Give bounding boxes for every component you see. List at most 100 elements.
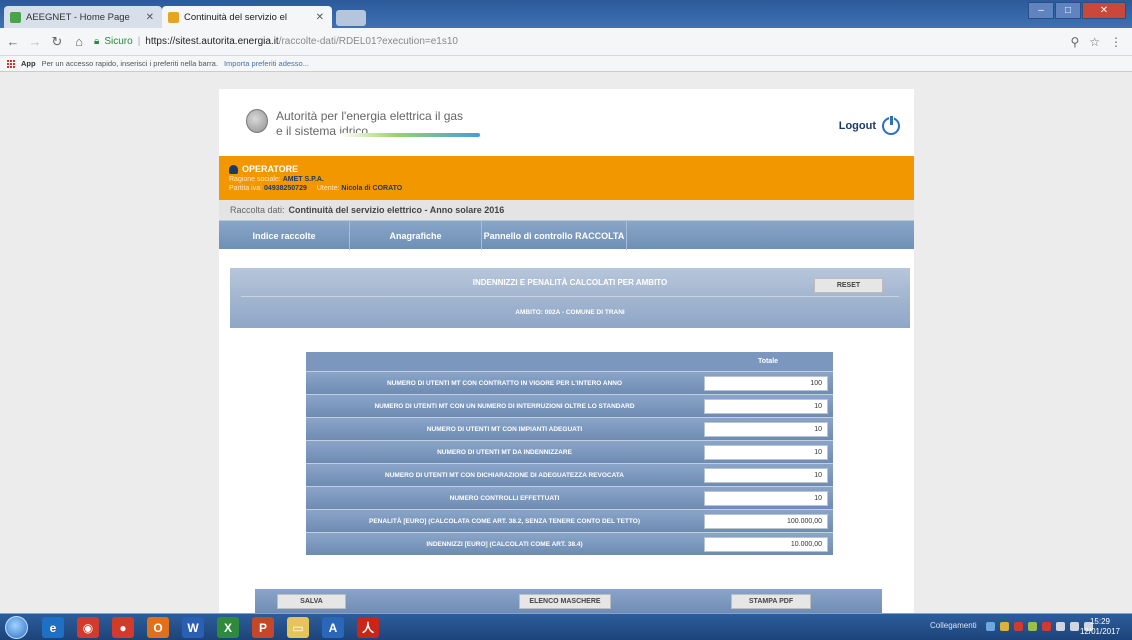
tray-links-label[interactable]: Collegamenti [930, 621, 977, 630]
app-icon-red[interactable]: ● [112, 617, 134, 638]
raccolta-label: Raccolta dati: [230, 205, 285, 215]
footer-actions: SALVA ELENCO MASCHERE STAMPA PDF [255, 589, 882, 615]
forward-icon[interactable]: → [26, 34, 44, 49]
tray-icon[interactable] [1070, 622, 1079, 631]
row-value-input[interactable] [704, 490, 828, 506]
tray-icon[interactable] [1042, 622, 1051, 631]
row-value-input[interactable] [704, 513, 828, 529]
user-icon [229, 164, 238, 174]
minimize-icon[interactable]: – [1028, 2, 1054, 19]
reset-button[interactable]: RESET [814, 278, 883, 293]
section-title: INDENNIZZI E PENALITÀ CALCOLATI PER AMBI… [472, 278, 668, 287]
explorer-folder-icon[interactable]: ▭ [287, 617, 309, 638]
start-button[interactable] [5, 616, 28, 639]
back-icon[interactable]: ← [4, 34, 22, 49]
row-value-input[interactable] [704, 444, 828, 460]
row-label: NUMERO DI UTENTI MT CON CONTRATTO IN VIG… [386, 379, 623, 387]
page-favicon-icon [168, 11, 179, 23]
elenco-maschere-button[interactable]: ELENCO MASCHERE [519, 594, 611, 609]
utente-label: Utente: [316, 185, 340, 192]
piva-value: 04938250729 [264, 185, 307, 192]
close-tab-icon[interactable]: ✕ [146, 12, 154, 23]
tab-title: AEEGNET - Home Page [26, 11, 130, 23]
new-tab-button[interactable] [336, 10, 366, 26]
page-content: Autorità per l'energia elettrica il gas … [219, 89, 914, 615]
row-label: INDENNIZZI [EURO] (CALCOLATI COME ART. 3… [426, 540, 583, 548]
row-value-input[interactable] [704, 375, 828, 391]
url-input[interactable]: 🔒︎ Sicuro | https://sitest.autorita.ener… [94, 32, 1062, 52]
section-header: INDENNIZZI E PENALITÀ CALCOLATI PER AMBI… [230, 268, 910, 328]
utente-value: Nicola di CORATO [341, 185, 403, 192]
bookmarks-hint: Per un accesso rapido, inserisci i prefe… [41, 59, 218, 68]
menu-icon[interactable]: ⋮ [1110, 35, 1122, 49]
tray-icon[interactable] [1000, 622, 1009, 631]
clock-date: 12/01/2017 [1079, 627, 1120, 636]
windows-taskbar: e ◉ ● O W X P ▭ A 人 Collegamenti 15:29 1… [0, 613, 1132, 640]
apps-link[interactable]: App [21, 59, 36, 68]
operator-panel: OPERATORE Ragione sociale: AMET S.P.A. P… [219, 156, 914, 200]
word-icon[interactable]: W [182, 617, 204, 638]
tab-aeegnet[interactable]: AEEGNET - Home Page ✕ [4, 6, 162, 28]
bookmark-star-icon[interactable]: ☆ [1089, 35, 1100, 49]
save-button[interactable]: SALVA [277, 594, 346, 609]
table-row: NUMERO DI UTENTI MT CON IMPIANTI ADEGUAT… [306, 417, 833, 440]
apps-icon[interactable] [6, 59, 15, 68]
secure-label: Sicuro [104, 36, 133, 47]
logout-button[interactable]: Logout [838, 115, 900, 135]
acrobat-icon[interactable]: 人 [357, 617, 379, 638]
internet-explorer-icon[interactable]: e [42, 617, 64, 638]
power-icon [882, 115, 900, 135]
close-tab-icon[interactable]: ✕ [316, 12, 324, 23]
menu-item-indice-raccolte[interactable]: Indice raccolte [219, 221, 350, 250]
row-label: NUMERO DI UTENTI MT CON DICHIARAZIONE DI… [385, 471, 624, 479]
system-tray [986, 622, 1093, 631]
powerpoint-icon[interactable]: P [252, 617, 274, 638]
raccolta-value: Continuità del servizio elettrico - Anno… [288, 205, 505, 215]
access-icon[interactable]: A [322, 617, 344, 638]
row-value-input[interactable] [704, 398, 828, 414]
close-window-icon[interactable]: ✕ [1082, 2, 1126, 19]
taskbar-clock[interactable]: 15:29 12/01/2017 [1080, 617, 1120, 637]
excel-icon[interactable]: X [217, 617, 239, 638]
print-pdf-button[interactable]: STAMPA PDF [731, 594, 811, 609]
row-label: NUMERO DI UTENTI MT CON IMPIANTI ADEGUAT… [426, 425, 583, 433]
table-row: NUMERO DI UTENTI MT CON UN NUMERO DI INT… [306, 394, 833, 417]
reload-icon[interactable]: ↻ [48, 34, 66, 50]
table-row: NUMERO DI UTENTI MT CON CONTRATTO IN VIG… [306, 371, 833, 394]
menu-item-pannello-controllo[interactable]: Pannello di controllo RACCOLTA [482, 221, 627, 250]
tray-icon[interactable] [986, 622, 995, 631]
maximize-icon[interactable]: □ [1055, 2, 1081, 19]
row-label: NUMERO DI UTENTI MT CON UN NUMERO DI INT… [374, 402, 635, 410]
row-value-input[interactable] [704, 467, 828, 483]
raccolta-bar: Raccolta dati: Continuità del servizio e… [219, 200, 914, 220]
org-name-line1: Autorità per l'energia elettrica il gas [276, 109, 464, 123]
aeegnet-favicon-icon [10, 11, 21, 23]
tray-icon[interactable] [1028, 622, 1037, 631]
site-header: Autorità per l'energia elettrica il gas … [219, 89, 914, 153]
tray-icon[interactable] [1056, 622, 1065, 631]
ragione-value: AMET S.P.A. [282, 176, 324, 183]
indicators-table: Totale NUMERO DI UTENTI MT CON CONTRATTO… [306, 352, 833, 555]
tray-icon[interactable] [1014, 622, 1023, 631]
ragione-label: Ragione sociale: [229, 176, 281, 183]
outlook-icon[interactable]: O [147, 617, 169, 638]
tab-continuita[interactable]: Continuità del servizio el ✕ [162, 6, 332, 28]
clock-time: 15:29 [1089, 617, 1110, 626]
table-row: INDENNIZZI [EURO] (CALCOLATI COME ART. 3… [306, 532, 833, 555]
table-body: NUMERO DI UTENTI MT CON CONTRATTO IN VIG… [306, 371, 833, 555]
bookmarks-bar: App Per un accesso rapido, inserisci i p… [0, 56, 1132, 72]
row-label: NUMERO DI UTENTI MT DA INDENNIZZARE [437, 448, 572, 456]
row-value-input[interactable] [704, 421, 828, 437]
logout-label: Logout [838, 120, 876, 132]
table-row: NUMERO CONTROLLI EFFETTUATI [306, 486, 833, 509]
url-domain: https://sitest.autorita.energia.it [145, 36, 279, 47]
row-value-input[interactable] [704, 536, 828, 552]
window-controls: – □ ✕ [1028, 2, 1126, 19]
ambito-label: AMBITO: 002A - COMUNE DI TRANI [515, 309, 625, 316]
menu-item-anagrafiche[interactable]: Anagrafiche [350, 221, 482, 250]
import-bookmarks-link[interactable]: Importa preferiti adesso... [224, 59, 309, 68]
chrome-icon[interactable]: ◉ [77, 617, 99, 638]
zoom-icon[interactable]: ⚲ [1070, 35, 1079, 49]
home-icon[interactable]: ⌂ [70, 34, 88, 49]
logo-swoosh [340, 133, 480, 137]
